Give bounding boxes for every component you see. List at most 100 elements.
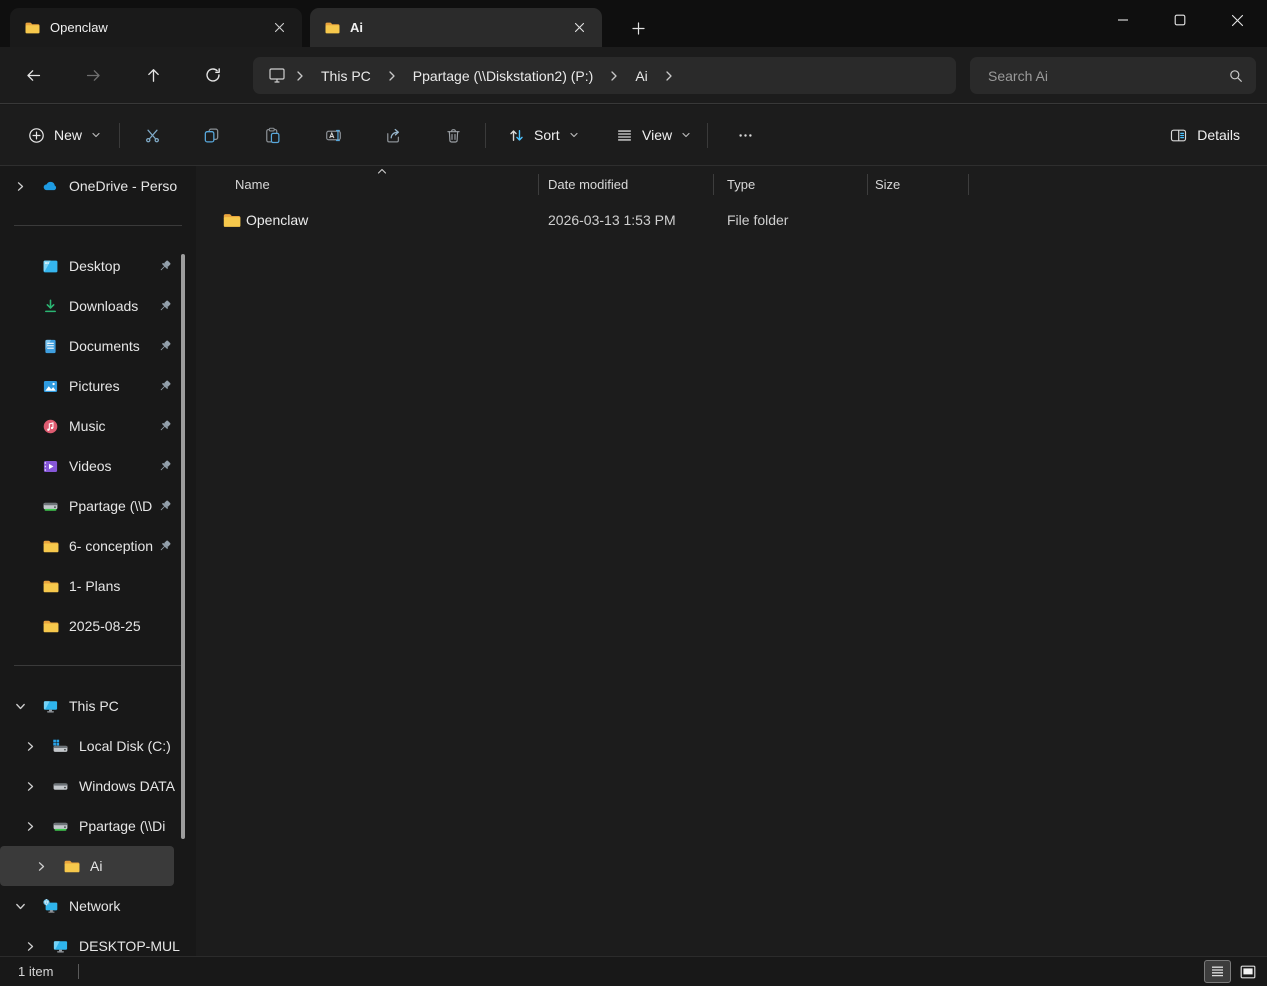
- close-button[interactable]: [1214, 0, 1260, 40]
- chevron-right-icon[interactable]: [29, 861, 53, 872]
- breadcrumb-drive[interactable]: Ppartage (\\Diskstation2) (P:): [405, 64, 602, 88]
- sidebar-item-label: Local Disk (C:): [79, 738, 196, 754]
- copy-button[interactable]: [191, 117, 231, 153]
- sidebar-item-2025-08-25[interactable]: 2025-08-25: [0, 606, 196, 646]
- view-icon: [616, 127, 633, 144]
- view-button[interactable]: View: [605, 117, 702, 153]
- breadcrumb-this-pc[interactable]: This PC: [313, 64, 379, 88]
- share-button[interactable]: [373, 117, 413, 153]
- up-button[interactable]: [136, 58, 170, 92]
- new-button[interactable]: New: [18, 117, 111, 153]
- column-header-type[interactable]: Type: [727, 166, 755, 202]
- maximize-button[interactable]: [1157, 0, 1203, 40]
- more-options-button[interactable]: [725, 117, 765, 153]
- tab-label: Openclaw: [50, 20, 256, 35]
- column-header-name[interactable]: Name: [235, 166, 270, 202]
- column-header-date-modified[interactable]: Date modified: [548, 166, 628, 202]
- sidebar-scrollbar[interactable]: [181, 254, 185, 839]
- sort-button-label: Sort: [534, 127, 560, 143]
- sidebar-item-onedrive[interactable]: OneDrive - Perso: [0, 166, 196, 206]
- tab-close-icon[interactable]: [566, 15, 592, 41]
- chevron-right-icon[interactable]: [18, 781, 42, 792]
- sidebar-item-ppartage-pinned[interactable]: Ppartage (\\D: [0, 486, 196, 526]
- tab-ai[interactable]: Ai: [310, 8, 602, 47]
- new-tab-button[interactable]: [622, 14, 654, 42]
- search-icon[interactable]: [1228, 68, 1244, 84]
- breadcrumb-ai[interactable]: Ai: [627, 64, 655, 88]
- os-disk-icon: [52, 738, 69, 755]
- details-view-toggle[interactable]: [1204, 960, 1231, 983]
- file-row-openclaw[interactable]: Openclaw 2026-03-13 1:53 PM File folder: [196, 202, 1267, 239]
- trash-icon: [445, 127, 462, 144]
- column-divider[interactable]: [968, 174, 969, 195]
- chevron-down-icon[interactable]: [8, 901, 32, 912]
- folder-icon: [42, 618, 59, 635]
- column-header-size[interactable]: Size: [875, 166, 900, 202]
- view-button-label: View: [642, 127, 672, 143]
- chevron-down-icon: [681, 130, 691, 140]
- chevron-down-icon[interactable]: [8, 701, 32, 712]
- sidebar-item-pictures[interactable]: Pictures: [0, 366, 196, 406]
- chevron-right-icon[interactable]: [18, 941, 42, 952]
- forward-button[interactable]: [76, 58, 110, 92]
- address-bar[interactable]: This PC Ppartage (\\Diskstation2) (P:) A…: [253, 57, 956, 94]
- sidebar-item-label: Documents: [69, 338, 155, 354]
- sidebar-item-ai[interactable]: Ai: [0, 846, 174, 886]
- chevron-down-icon: [569, 130, 579, 140]
- chevron-right-icon[interactable]: [18, 821, 42, 832]
- pin-icon: [157, 499, 172, 514]
- delete-button[interactable]: [433, 117, 473, 153]
- sidebar-item-music[interactable]: Music: [0, 406, 196, 446]
- back-button[interactable]: [16, 58, 50, 92]
- sidebar-item-windows-data[interactable]: Windows DATA: [0, 766, 196, 806]
- refresh-icon: [204, 66, 222, 84]
- folder-icon: [42, 538, 59, 555]
- sidebar-item-conception[interactable]: 6- conception: [0, 526, 196, 566]
- sidebar-item-label: 6- conception: [69, 538, 155, 554]
- tab-openclaw[interactable]: Openclaw: [10, 8, 302, 47]
- status-divider: [78, 964, 79, 979]
- file-date-modified: 2026-03-13 1:53 PM: [548, 202, 676, 239]
- status-bar: 1 item: [0, 956, 1267, 986]
- chevron-right-icon[interactable]: [18, 741, 42, 752]
- network-drive-icon: [42, 498, 59, 515]
- sidebar-item-downloads[interactable]: Downloads: [0, 286, 196, 326]
- desktop-icon: [42, 258, 59, 275]
- sidebar-item-documents[interactable]: Documents: [0, 326, 196, 366]
- pictures-icon: [42, 378, 59, 395]
- sidebar-item-this-pc[interactable]: This PC: [0, 686, 196, 726]
- arrow-left-icon: [25, 67, 42, 84]
- column-divider[interactable]: [867, 174, 868, 195]
- details-pane-button[interactable]: Details: [1158, 117, 1251, 153]
- sidebar-item-label: Ppartage (\\Di: [79, 818, 196, 834]
- sidebar-item-label: Network: [69, 898, 196, 914]
- paste-button[interactable]: [252, 117, 292, 153]
- plus-icon: [632, 22, 645, 35]
- cut-icon: [144, 127, 161, 144]
- search-input[interactable]: [986, 67, 1228, 85]
- sidebar-item-desktop-mul[interactable]: DESKTOP-MUL: [0, 926, 196, 956]
- chevron-right-icon[interactable]: [8, 181, 32, 192]
- navigation-bar: This PC Ppartage (\\Diskstation2) (P:) A…: [0, 47, 1267, 104]
- sidebar-item-desktop[interactable]: Desktop: [0, 246, 196, 286]
- downloads-icon: [42, 298, 59, 315]
- sidebar-item-network[interactable]: Network: [0, 886, 196, 926]
- rename-button[interactable]: [313, 117, 353, 153]
- computer-icon: [52, 938, 69, 955]
- column-divider[interactable]: [538, 174, 539, 195]
- sidebar-item-plans[interactable]: 1- Plans: [0, 566, 196, 606]
- item-count: 1 item: [18, 957, 53, 986]
- cut-button[interactable]: [132, 117, 172, 153]
- sort-icon: [508, 127, 525, 144]
- sidebar-item-local-disk-c[interactable]: Local Disk (C:): [0, 726, 196, 766]
- column-divider[interactable]: [713, 174, 714, 195]
- minimize-button[interactable]: [1100, 0, 1146, 40]
- sidebar-divider: [14, 665, 182, 666]
- sort-button[interactable]: Sort: [497, 117, 590, 153]
- refresh-button[interactable]: [196, 58, 230, 92]
- sidebar-item-videos[interactable]: Videos: [0, 446, 196, 486]
- sidebar-item-ppartage-drive[interactable]: Ppartage (\\Di: [0, 806, 196, 846]
- toolbar-separator: [707, 123, 708, 148]
- large-icons-view-toggle[interactable]: [1234, 960, 1261, 983]
- tab-close-icon[interactable]: [266, 15, 292, 41]
